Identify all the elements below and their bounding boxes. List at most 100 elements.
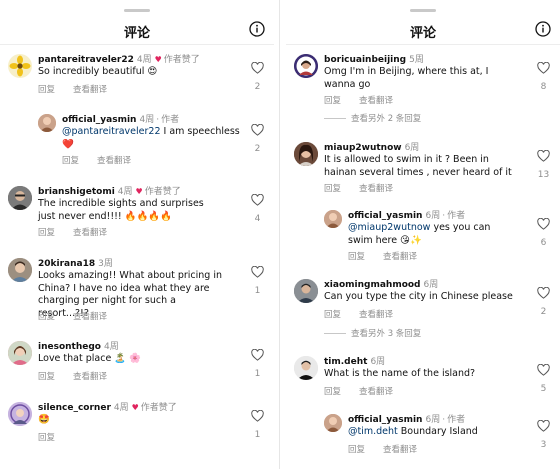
username[interactable]: boricuainbeijing [324,55,406,65]
avatar[interactable] [8,341,32,365]
replies-divider [324,118,346,119]
username[interactable]: tim.deht [324,357,367,367]
reply-button[interactable]: 回复 [324,310,341,320]
author-label: 作者 [447,415,466,425]
username[interactable]: silence_corner [38,403,111,413]
username[interactable]: brianshigetomi [38,187,115,197]
view-more-replies-button[interactable]: 查看另外 3 条回复 [324,327,421,339]
avatar[interactable] [294,279,318,303]
translate-button[interactable]: 查看翻译 [73,312,107,322]
reply-button[interactable]: 回复 [324,96,341,106]
translate-button[interactable]: 查看翻译 [359,387,393,397]
username[interactable]: inesonthego [38,342,101,352]
username[interactable]: miaup2wutnow [324,143,402,153]
heart-outline-icon[interactable] [537,364,550,376]
timestamp: 6周 [404,143,420,153]
translate-button[interactable]: 查看翻译 [359,96,393,106]
heart-icon: ♥ [135,187,143,196]
comment-meta: official_yasmin 6周 · 作者 [348,415,466,425]
heart-outline-icon[interactable] [251,349,264,361]
comment-actions: 回复 查看翻译 [348,250,417,262]
like-control: 2 [251,62,264,92]
panel-divider [279,0,280,469]
info-icon[interactable] [535,21,551,37]
reply-button[interactable]: 回复 [62,156,79,166]
heart-outline-icon[interactable] [251,410,264,422]
comment-actions: 回复 查看翻译 [348,443,417,455]
like-control: 8 [537,62,550,92]
like-control: 2 [537,287,550,317]
avatar[interactable] [294,142,318,166]
translate-button[interactable]: 查看翻译 [73,228,107,238]
avatar[interactable] [8,186,32,210]
like-count: 1 [254,369,261,379]
author-label: 作者 [447,211,466,221]
reply-button[interactable]: 回复 [38,433,55,443]
like-count: 8 [540,82,547,92]
comment-meta: pantareitraveler22 4周 ♥ 作者赞了 [38,52,200,65]
heart-icon: ♥ [131,403,139,412]
timestamp: 6周 [423,280,439,290]
translate-button[interactable]: 查看翻译 [359,184,393,194]
heart-outline-icon[interactable] [537,287,550,299]
comment-meta: brianshigetomi 4周 ♥ 作者赞了 [38,184,181,197]
like-count: 13 [537,170,550,180]
reply-button[interactable]: 回复 [38,85,55,95]
heart-outline-icon[interactable] [537,62,550,74]
reply-button[interactable]: 回复 [38,228,55,238]
username[interactable]: 20kirana18 [38,259,95,269]
avatar[interactable] [324,210,342,228]
heart-outline-icon[interactable] [251,124,264,136]
translate-button[interactable]: 查看翻译 [359,310,393,320]
author-liked-label: 作者赞了 [140,403,177,413]
like-count: 6 [540,238,547,248]
view-more-replies-button[interactable]: 查看另外 2 条回复 [324,112,421,124]
username[interactable]: pantareitraveler22 [38,55,134,65]
mention-link[interactable]: @tim.deht [348,426,398,437]
heart-outline-icon[interactable] [537,420,550,432]
comment-text: The incredible sights and surprises just… [38,198,204,222]
translate-button[interactable]: 查看翻译 [383,445,417,455]
comment-meta: boricuainbeijing 5周 [324,52,424,65]
heart-outline-icon[interactable] [251,194,264,206]
like-count: 4 [254,214,261,224]
like-count: 1 [254,430,261,440]
avatar[interactable] [8,402,32,426]
avatar[interactable] [324,414,342,432]
comment-meta: 20kirana18 3周 [38,256,113,269]
reply-button[interactable]: 回复 [348,445,365,455]
username[interactable]: official_yasmin [348,211,422,221]
username[interactable]: xiaomingmahmood [324,280,421,290]
username[interactable]: official_yasmin [62,115,136,125]
translate-button[interactable]: 查看翻译 [73,85,107,95]
comment-text: @pantareitraveler22 I am speechless ❤️ [62,126,240,150]
like-control: 5 [537,364,550,394]
avatar[interactable] [38,114,56,132]
reply-button[interactable]: 回复 [38,372,55,382]
avatar[interactable] [294,54,318,78]
avatar[interactable] [8,54,32,78]
heart-outline-icon[interactable] [537,150,550,162]
comment-actions: 回复 [38,431,55,443]
heart-outline-icon[interactable] [251,266,264,278]
info-icon[interactable] [249,21,265,37]
drag-handle[interactable] [124,9,150,12]
mention-link[interactable]: @pantareitraveler22 [62,126,161,137]
comment-meta: silence_corner 4周 ♥ 作者赞了 [38,400,177,413]
avatar[interactable] [294,356,318,380]
avatar[interactable] [8,258,32,282]
heart-outline-icon[interactable] [251,62,264,74]
reply-button[interactable]: 回复 [324,387,341,397]
translate-button[interactable]: 查看翻译 [97,156,131,166]
username[interactable]: official_yasmin [348,415,422,425]
reply-button[interactable]: 回复 [38,312,55,322]
reply-button[interactable]: 回复 [324,184,341,194]
reply-button[interactable]: 回复 [348,252,365,262]
mention-link[interactable]: @miaup2wutnow [348,222,430,233]
comments-sheet-left: 评论 pantareitraveler22 4周 ♥ 作者赞了 So incredib… [0,0,274,469]
translate-button[interactable]: 查看翻译 [383,252,417,262]
timestamp: 4周 [136,55,152,65]
heart-outline-icon[interactable] [537,218,550,230]
drag-handle[interactable] [410,9,436,12]
translate-button[interactable]: 查看翻译 [73,372,107,382]
